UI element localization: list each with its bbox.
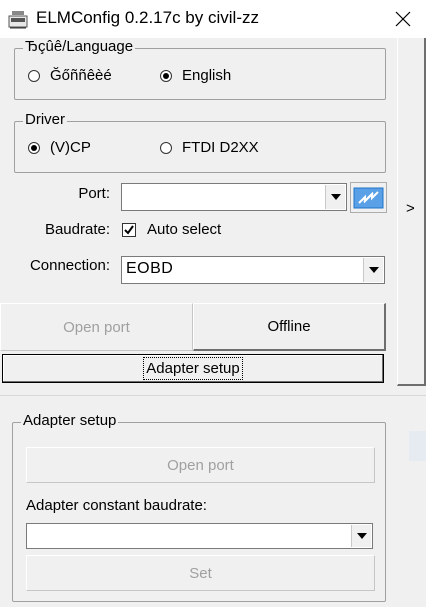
constant-baudrate-label: Adapter constant baudrate: — [26, 497, 207, 514]
radio-circle[interactable] — [160, 141, 172, 154]
connection-dropdown-arrow[interactable] — [363, 258, 383, 282]
adapter-setup-group-label: Adapter setup — [21, 412, 119, 429]
driver-group-label: Driver — [23, 111, 67, 128]
radio-circle-selected[interactable] — [160, 69, 172, 82]
adapter-setup-label: Adapter setup — [143, 357, 243, 380]
radio-circle-selected[interactable] — [28, 141, 40, 154]
panel-divider — [0, 395, 426, 396]
language-english-label: English — [182, 67, 232, 84]
panel-expander[interactable]: > — [397, 38, 426, 386]
set-label: Set — [189, 564, 212, 582]
language-group-label: Ђçûê/Language — [23, 38, 136, 55]
language-group: Ђçûê/Language Ğőññêèé English — [14, 38, 386, 100]
app-icon — [8, 11, 28, 29]
close-icon — [395, 11, 411, 27]
driver-radio-vcp[interactable]: (V)CP — [28, 139, 91, 156]
chevron-down-icon — [330, 194, 341, 200]
port-dropdown-arrow[interactable] — [325, 185, 345, 209]
chevron-right-icon: > — [406, 200, 415, 217]
adapter-open-port-button[interactable]: Open port — [26, 447, 375, 483]
port-label: Port: — [78, 185, 110, 202]
open-port-label: Open port — [63, 318, 130, 336]
radio-circle[interactable] — [28, 69, 40, 82]
constant-baudrate-select[interactable] — [26, 523, 373, 549]
language-radio-local[interactable]: Ğőññêèé — [28, 67, 112, 84]
checkmark-icon — [124, 225, 134, 235]
offline-button[interactable]: Offline — [193, 303, 386, 351]
title-bar: ELMConfig 0.2.17c by civil-zz — [0, 0, 426, 38]
connection-value: EOBD — [126, 260, 174, 277]
driver-vcp-label: (V)CP — [50, 139, 91, 156]
set-button[interactable]: Set — [26, 555, 375, 591]
auto-select-checkbox[interactable] — [122, 223, 136, 237]
refresh-ports-button[interactable] — [350, 182, 387, 213]
port-select[interactable] — [121, 183, 347, 211]
auto-select-label[interactable]: Auto select — [147, 221, 221, 238]
language-radio-english[interactable]: English — [160, 67, 231, 84]
constant-baudrate-dropdown-arrow[interactable] — [351, 525, 371, 547]
chevron-down-icon — [368, 267, 379, 273]
offline-label: Offline — [267, 318, 311, 335]
language-local-label: Ğőññêèé — [50, 67, 112, 84]
adapter-open-port-label: Open port — [167, 456, 234, 474]
adapter-setup-button[interactable]: Adapter setup — [2, 354, 384, 383]
driver-radio-ftdi[interactable]: FTDI D2XX — [160, 139, 259, 156]
connection-label: Connection: — [29, 257, 110, 274]
refresh-icon — [353, 187, 384, 209]
driver-group: Driver (V)CP FTDI D2XX — [14, 111, 386, 173]
chevron-down-icon — [356, 533, 367, 539]
driver-ftdi-label: FTDI D2XX — [182, 139, 259, 156]
offscreen-marker — [409, 431, 426, 461]
open-port-button[interactable]: Open port — [0, 303, 193, 351]
baudrate-label: Baudrate: — [44, 221, 110, 238]
connection-select[interactable]: EOBD — [121, 256, 385, 284]
close-button[interactable] — [380, 0, 426, 38]
window-title: ELMConfig 0.2.17c by civil-zz — [36, 8, 259, 27]
